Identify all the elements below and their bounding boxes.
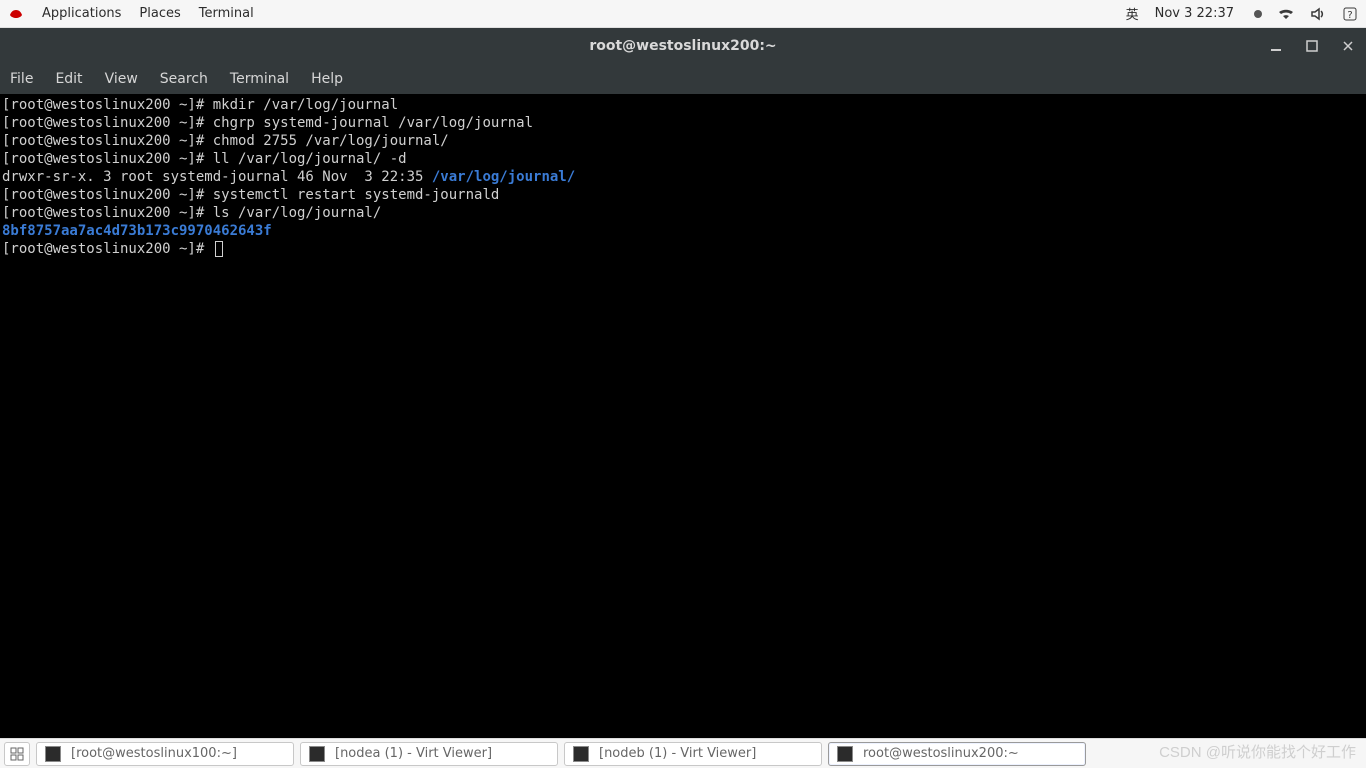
taskbar-item-label: root@westoslinux200:~ <box>863 746 1019 761</box>
gnome-taskbar: [root@westoslinux100:~] [nodea (1) - Vir… <box>0 738 1366 768</box>
status-dot-icon <box>1254 10 1262 18</box>
taskbar-item-terminal-100[interactable]: [root@westoslinux100:~] <box>36 742 294 766</box>
close-button[interactable] <box>1340 38 1356 54</box>
menu-search[interactable]: Search <box>160 71 208 87</box>
applications-menu[interactable]: Applications <box>42 6 121 21</box>
virt-viewer-icon <box>309 746 325 762</box>
wifi-icon[interactable] <box>1278 6 1294 22</box>
prompt-line: [root@westoslinux200 ~]# mkdir /var/log/… <box>2 97 398 113</box>
gnome-top-panel: Applications Places Terminal 英 Nov 3 22:… <box>0 0 1366 28</box>
workspace-switcher[interactable] <box>4 742 30 766</box>
taskbar-item-nodeb-virt[interactable]: [nodeb (1) - Virt Viewer] <box>564 742 822 766</box>
top-panel-right: 英 Nov 3 22:37 ? <box>1126 4 1358 23</box>
prompt-line: [root@westoslinux200 ~]# ll /var/log/jou… <box>2 151 407 167</box>
places-menu[interactable]: Places <box>139 6 180 21</box>
taskbar-item-label: [root@westoslinux100:~] <box>71 746 237 761</box>
terminal-output[interactable]: [root@westoslinux200 ~]# mkdir /var/log/… <box>0 94 1366 738</box>
taskbar-item-label: [nodeb (1) - Virt Viewer] <box>599 746 756 761</box>
ls-output-directory: 8bf8757aa7ac4d73b173c9970462643f <box>2 223 272 239</box>
minimize-button[interactable] <box>1268 38 1284 54</box>
current-prompt: [root@westoslinux200 ~]# <box>2 241 223 257</box>
virt-viewer-icon <box>573 746 589 762</box>
top-panel-left: Applications Places Terminal <box>8 6 254 22</box>
taskbar-item-terminal-200[interactable]: root@westoslinux200:~ <box>828 742 1086 766</box>
taskbar-item-nodea-virt[interactable]: [nodea (1) - Virt Viewer] <box>300 742 558 766</box>
terminal-icon <box>45 746 61 762</box>
menu-view[interactable]: View <box>105 71 138 87</box>
terminal-icon <box>837 746 853 762</box>
prompt-line: [root@westoslinux200 ~]# systemctl resta… <box>2 187 499 203</box>
window-title: root@westoslinux200:~ <box>589 38 776 54</box>
ll-output: drwxr-sr-x. 3 root systemd-journal 46 No… <box>2 169 575 185</box>
prompt-line: [root@westoslinux200 ~]# chgrp systemd-j… <box>2 115 533 131</box>
svg-text:?: ? <box>1347 10 1352 21</box>
volume-icon[interactable] <box>1310 6 1326 22</box>
directory-path: /var/log/journal/ <box>432 169 575 185</box>
menu-edit[interactable]: Edit <box>55 71 82 87</box>
terminal-app-menu[interactable]: Terminal <box>199 6 254 21</box>
ime-indicator[interactable]: 英 <box>1126 4 1139 23</box>
prompt-line: [root@westoslinux200 ~]# ls /var/log/jou… <box>2 205 381 221</box>
terminal-cursor <box>215 241 223 257</box>
help-tray-icon[interactable]: ? <box>1342 6 1358 22</box>
redhat-icon <box>8 6 24 22</box>
clock-label[interactable]: Nov 3 22:37 <box>1155 6 1234 21</box>
menu-help[interactable]: Help <box>311 71 343 87</box>
maximize-button[interactable] <box>1304 38 1320 54</box>
window-controls <box>1268 38 1356 54</box>
menu-terminal[interactable]: Terminal <box>230 71 289 87</box>
taskbar-item-label: [nodea (1) - Virt Viewer] <box>335 746 492 761</box>
prompt-line: [root@westoslinux200 ~]# chmod 2755 /var… <box>2 133 449 149</box>
terminal-window: root@westoslinux200:~ File Edit View Sea… <box>0 28 1366 738</box>
terminal-menubar: File Edit View Search Terminal Help <box>0 64 1366 94</box>
menu-file[interactable]: File <box>10 71 33 87</box>
window-titlebar[interactable]: root@westoslinux200:~ <box>0 28 1366 64</box>
